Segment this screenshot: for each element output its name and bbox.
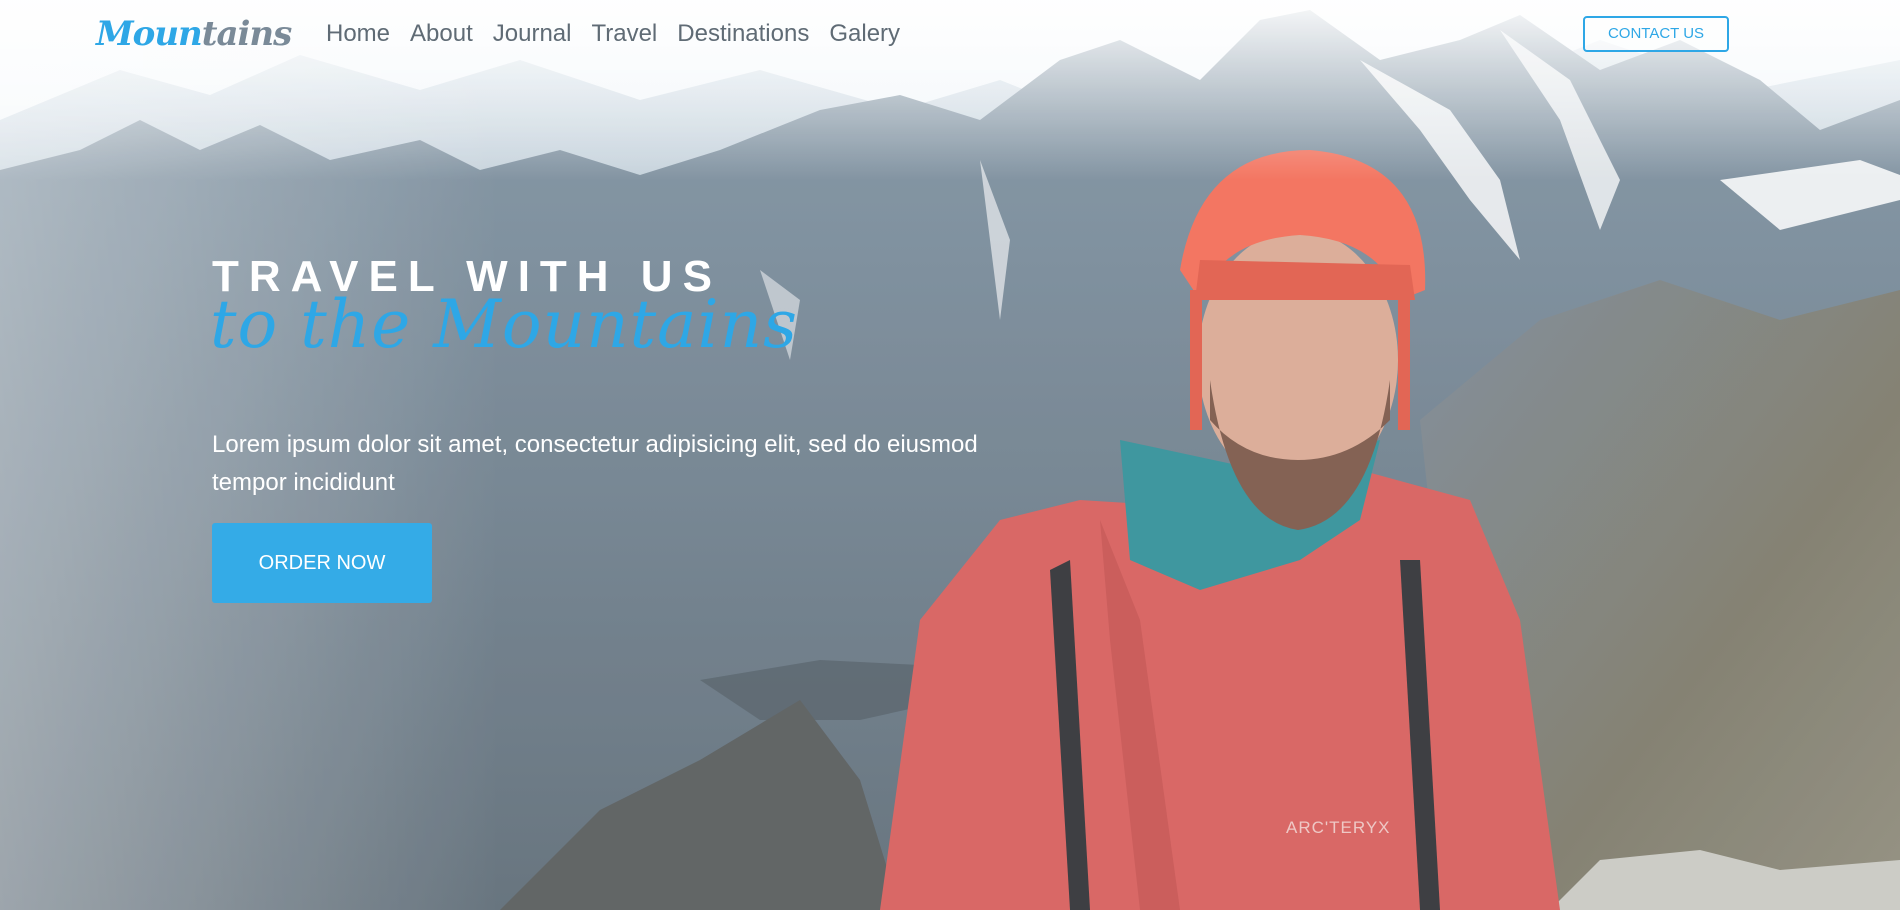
jacket-brand-text: ARC'TERYX (1286, 818, 1391, 837)
nav-link-home[interactable]: Home (326, 20, 390, 48)
top-navbar: Mountains Home About Journal Travel Dest… (0, 0, 1900, 75)
nav-link-journal[interactable]: Journal (493, 20, 572, 48)
nav-link-travel[interactable]: Travel (591, 20, 657, 48)
order-now-button[interactable]: ORDER NOW (212, 523, 432, 603)
nav-link-about[interactable]: About (410, 20, 473, 48)
nav-link-galery[interactable]: Galery (829, 20, 900, 48)
nav-link-destinations[interactable]: Destinations (677, 20, 809, 48)
main-menu: Home About Journal Travel Destinations G… (326, 20, 920, 48)
contact-us-button[interactable]: CONTACT US (1583, 16, 1729, 52)
hero-script-subtitle: to the Mountains (210, 286, 798, 363)
logo-text-part1: Moun (96, 14, 203, 54)
logo-text-part2: tains (201, 14, 293, 54)
hero-lead-text: Lorem ipsum dolor sit amet, consectetur … (212, 431, 978, 496)
site-logo[interactable]: Mountains (96, 14, 293, 54)
